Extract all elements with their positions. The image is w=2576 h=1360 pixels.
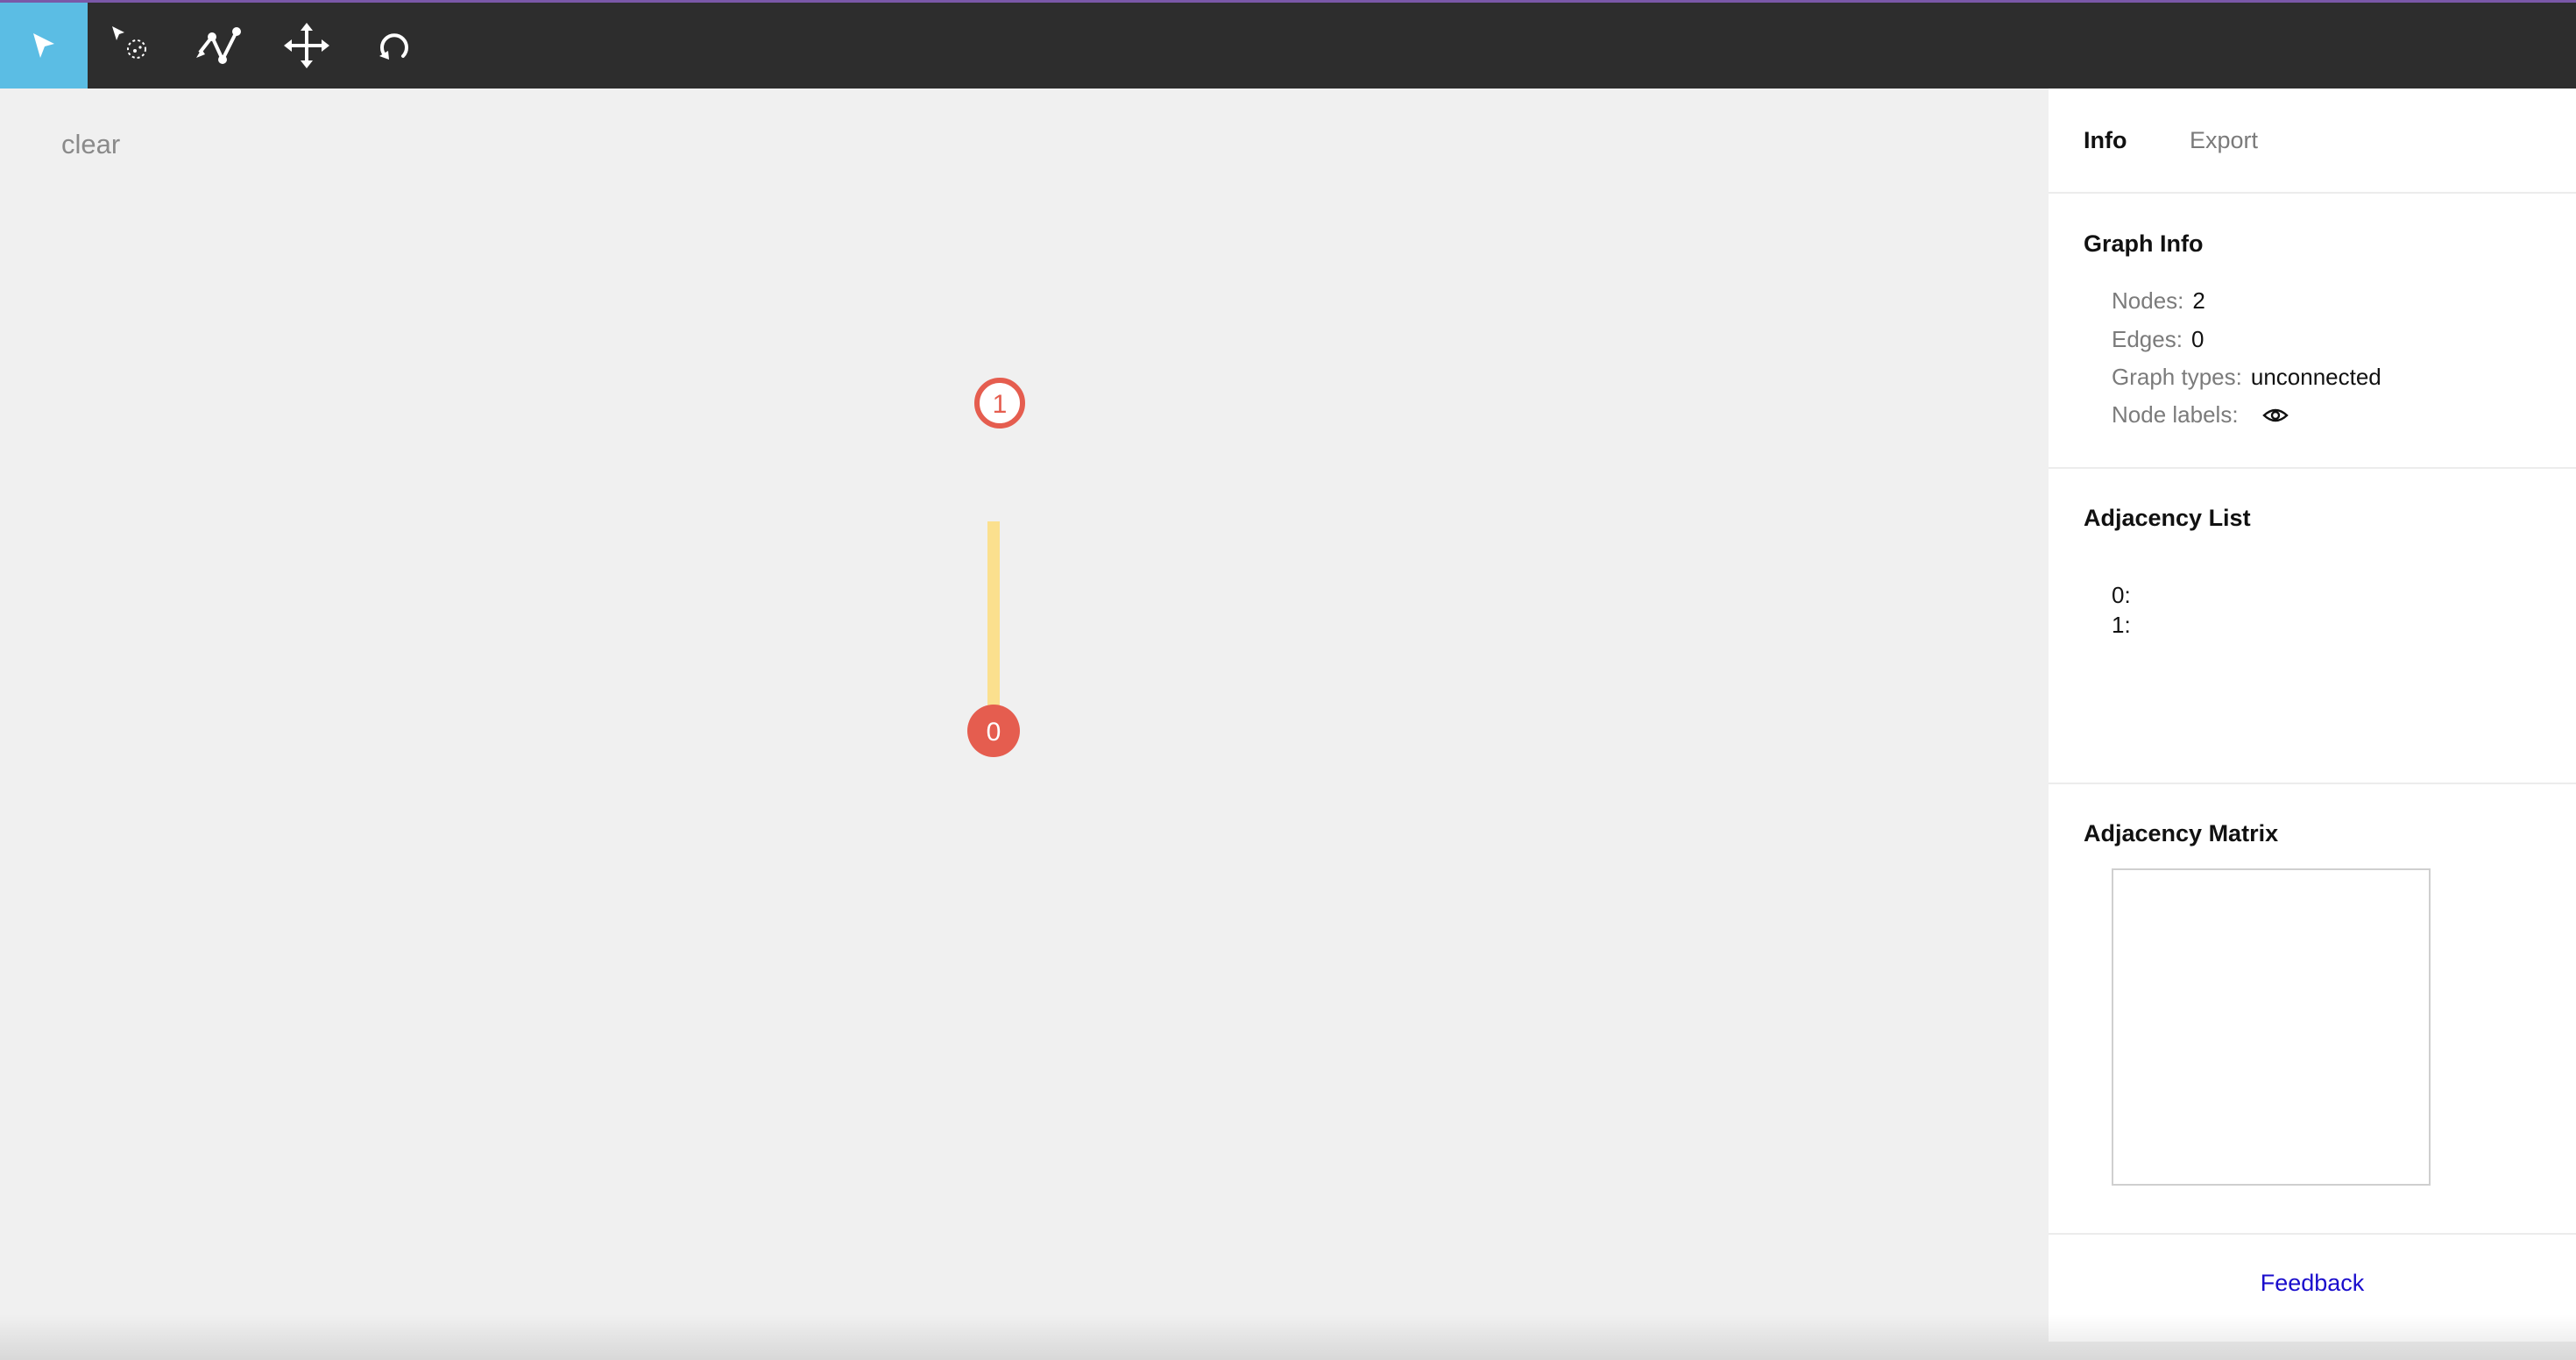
tab-info[interactable]: Info [2084, 127, 2127, 154]
pointer-tool-button[interactable] [0, 3, 88, 89]
lasso-select-tool-button[interactable] [88, 3, 175, 89]
info-panel: Info Export Graph Info Nodes: 2 Edges: 0 G… [2049, 89, 2576, 1342]
node-labels-label: Node labels: [2112, 401, 2239, 428]
graph-info-section: Graph Info Nodes: 2 Edges: 0 Graph types: u… [2049, 194, 2576, 469]
move-tool-button[interactable] [263, 3, 350, 89]
tab-export[interactable]: Export [2190, 127, 2258, 154]
nodes-label: Nodes: [2112, 287, 2184, 314]
graph-info-title: Graph Info [2084, 230, 2204, 257]
graph-drawing: 1 0 [967, 378, 1025, 757]
graph-types-row: Graph types: unconnected [2112, 364, 2381, 391]
graph-node-0[interactable]: 0 [967, 705, 1020, 757]
toolbar [0, 0, 2576, 89]
eye-icon[interactable] [2262, 403, 2289, 430]
graph-node-1[interactable]: 1 [974, 378, 1025, 429]
node-label: 1 [993, 390, 1008, 419]
panel-tabs: Info Export [2049, 89, 2576, 194]
graph-edge-icon [196, 27, 241, 64]
move-icon [284, 23, 329, 68]
adjacency-matrix-grid [2112, 868, 2431, 1186]
node-labels-row: Node labels: [2112, 401, 2289, 430]
adjacency-matrix-title: Adjacency Matrix [2084, 820, 2279, 846]
refresh-tool-button[interactable] [350, 3, 438, 89]
adjacency-list-row: 0: [2112, 582, 2131, 608]
adjacency-matrix-section: Adjacency Matrix [2049, 784, 2576, 1235]
edges-label: Edges: [2112, 326, 2183, 352]
edges-value: 0 [2190, 326, 2204, 352]
graph-types-label: Graph types: [2112, 364, 2242, 390]
lasso-select-icon [112, 26, 146, 59]
graph-types-value: unconnected [2250, 364, 2381, 390]
adjacency-list-title: Adjacency List [2084, 505, 2251, 531]
adjacency-list-section: Adjacency List 0: 1: [2049, 469, 2576, 784]
adjacency-list-row: 1: [2112, 612, 2131, 638]
edges-count-row: Edges: 0 [2112, 326, 2204, 353]
add-edge-tool-button[interactable] [175, 3, 263, 89]
nodes-value: 2 [2192, 287, 2205, 314]
feedback-link[interactable]: Feedback [2049, 1270, 2576, 1297]
nodes-count-row: Nodes: 2 [2112, 287, 2205, 315]
pointer-icon [33, 33, 54, 58]
refresh-icon [379, 33, 408, 60]
node-label: 0 [987, 718, 1001, 747]
graph-canvas[interactable]: clear 1 0 [0, 89, 2049, 1360]
